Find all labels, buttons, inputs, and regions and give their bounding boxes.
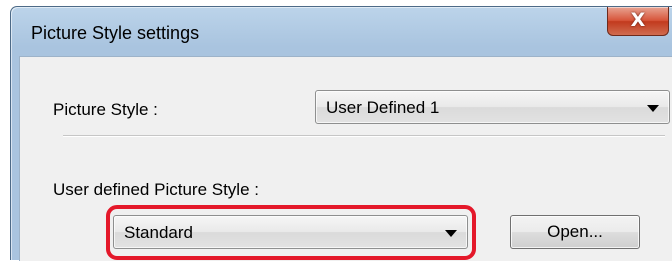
window-title: Picture Style settings xyxy=(31,23,200,43)
close-icon: X xyxy=(630,9,646,31)
picture-style-settings-dialog: Picture Style settings X Picture Style :… xyxy=(10,6,672,261)
section-divider xyxy=(63,135,665,137)
chevron-down-icon xyxy=(647,105,659,112)
chevron-down-icon xyxy=(445,230,457,237)
picture-style-selected-value: User Defined 1 xyxy=(326,98,440,117)
user-defined-picture-style-dropdown[interactable]: Standard xyxy=(113,215,468,249)
user-defined-picture-style-label: User defined Picture Style : xyxy=(53,180,259,199)
open-button[interactable]: Open... xyxy=(510,215,640,249)
user-defined-selected-value: Standard xyxy=(124,223,193,242)
title-bar[interactable]: Picture Style settings X xyxy=(11,7,672,49)
picture-style-dropdown[interactable]: User Defined 1 xyxy=(315,90,670,124)
picture-style-label: Picture Style : xyxy=(53,100,158,119)
close-button[interactable]: X xyxy=(607,7,669,36)
dialog-content: Picture Style : User Defined 1 User defi… xyxy=(19,56,672,261)
